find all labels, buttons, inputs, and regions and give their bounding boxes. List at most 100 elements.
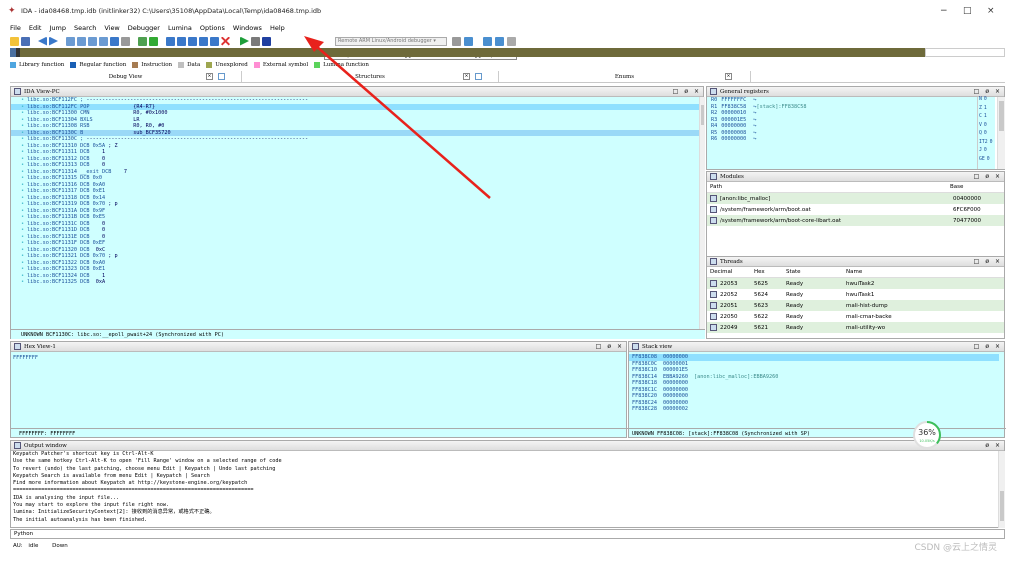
register-list[interactable]: R0 FFFFFFFC ↪ R1 FF838C58 ↪[stack]:FF838C58…	[707, 97, 977, 169]
menu-file[interactable]: File	[10, 24, 21, 32]
col-hex[interactable]: Hex	[754, 269, 786, 275]
flag-row[interactable]: J0	[978, 148, 995, 157]
undefine-icon[interactable]	[121, 36, 130, 46]
run-to-icon[interactable]	[188, 36, 197, 46]
save-icon[interactable]	[21, 36, 30, 46]
float-icon[interactable]: ø	[985, 258, 989, 265]
pin-icon[interactable]: □	[596, 343, 602, 350]
back-icon[interactable]	[38, 36, 47, 46]
tab-debug-view[interactable]: Debug View ×	[10, 71, 242, 82]
registers-scrollbar[interactable]	[997, 97, 1005, 169]
pin-icon[interactable]: □	[974, 88, 980, 95]
pause-icon[interactable]	[251, 36, 260, 46]
thread-row[interactable]: 22052 5624 Ready hwuiTask1	[707, 289, 1004, 300]
tab-structures[interactable]: Structures ×	[242, 71, 499, 82]
module-row[interactable]: /system/framework/arm/boot.oat 6FC6F000	[707, 204, 1004, 215]
stack-listing[interactable]: FF838C08 00000000 FF838C0C 00000001 FF838C10…	[629, 354, 999, 413]
step-into-icon[interactable]	[166, 36, 175, 46]
tab-float-icon[interactable]	[475, 73, 482, 80]
data-icon[interactable]	[88, 36, 97, 46]
navigation-band[interactable]	[10, 48, 1005, 57]
maximize-button[interactable]: □	[963, 6, 972, 16]
menu-options[interactable]: Options	[200, 24, 225, 32]
tab-float-icon[interactable]	[218, 73, 225, 80]
float-icon[interactable]: ø	[985, 173, 989, 180]
tab-enums[interactable]: Enums ×	[499, 71, 751, 82]
step-out-icon[interactable]	[199, 36, 208, 46]
flag-row[interactable]: Q0	[978, 131, 995, 140]
tab-close-icon[interactable]: ×	[463, 73, 470, 80]
pane-close-icon[interactable]: ×	[995, 442, 1000, 449]
pane-close-icon[interactable]: ×	[694, 88, 699, 95]
float-icon[interactable]: ø	[607, 343, 611, 350]
tab-close-icon[interactable]: ×	[725, 73, 732, 80]
tab-close-icon[interactable]: ×	[206, 73, 213, 80]
flag-list[interactable]: N 0 Z 1 C 1 V 0 Q 0 IT2 0 J 0 GE 0	[977, 97, 995, 169]
jump-icon[interactable]: ↪	[750, 110, 756, 116]
pane-close-icon[interactable]: ×	[995, 88, 1000, 95]
hex-first-line[interactable]: FFFFFFFF	[13, 355, 38, 361]
pin-icon[interactable]: □	[974, 258, 980, 265]
menu-edit[interactable]: Edit	[29, 24, 42, 32]
thread-row[interactable]: 22051 5623 Ready mali-hist-dump	[707, 300, 1004, 311]
output-scrollbar[interactable]	[998, 451, 1005, 528]
forward-icon[interactable]	[49, 36, 58, 46]
python-input[interactable]: Python	[10, 529, 1005, 539]
attach-icon[interactable]	[210, 36, 219, 46]
jump-icon[interactable]: ↪	[750, 130, 756, 136]
col-path[interactable]: Path	[710, 184, 950, 190]
thread-row[interactable]: 22049 5621 Ready mali-utility-wo	[707, 322, 1004, 333]
ida-scrollbar[interactable]	[699, 97, 705, 329]
stop-icon[interactable]	[262, 36, 271, 46]
jump-icon[interactable]: ↪	[750, 117, 756, 123]
float-icon[interactable]: ø	[985, 88, 989, 95]
col-state[interactable]: State	[786, 269, 846, 275]
lumina-pull-icon[interactable]	[483, 37, 492, 46]
register-row[interactable]: R6 00000000 ↪	[707, 136, 977, 143]
flag-row[interactable]: IT2 0	[978, 140, 995, 149]
module-row[interactable]: [anon:libc_malloc] 00400000	[707, 193, 1004, 204]
close-button[interactable]: ×	[987, 6, 995, 16]
pane-close-icon[interactable]: ×	[617, 343, 622, 350]
debugger-select[interactable]: Remote ARM Linux/Android debugger ▾	[335, 37, 447, 46]
menu-debugger[interactable]: Debugger	[128, 24, 160, 32]
col-name[interactable]: Name	[846, 269, 862, 275]
pin-icon[interactable]: □	[974, 343, 980, 350]
jump-icon[interactable]: ↪	[750, 123, 756, 129]
float-icon[interactable]: ø	[985, 343, 989, 350]
hex-icon[interactable]	[66, 36, 75, 46]
pin-icon[interactable]: □	[974, 173, 980, 180]
menu-view[interactable]: View	[104, 24, 119, 32]
flag-row[interactable]: Z1	[978, 106, 995, 115]
module-row[interactable]: /system/framework/arm/boot-core-libart.o…	[707, 215, 1004, 226]
string-icon[interactable]	[99, 36, 108, 46]
float-icon[interactable]: ø	[684, 88, 688, 95]
start-process-icon[interactable]	[240, 36, 249, 46]
col-decimal[interactable]: Decimal	[710, 269, 754, 275]
run-green-icon[interactable]	[149, 36, 158, 46]
menu-windows[interactable]: Windows	[233, 24, 262, 32]
pin-icon[interactable]: □	[673, 88, 679, 95]
menu-search[interactable]: Search	[74, 24, 96, 32]
thread-row[interactable]: 22053 5625 Ready hwuiTask2	[707, 278, 1004, 289]
open-icon[interactable]	[10, 36, 19, 46]
menu-jump[interactable]: Jump	[49, 24, 66, 32]
code-icon[interactable]	[77, 36, 86, 46]
pane-close-icon[interactable]: ×	[995, 173, 1000, 180]
terminate-icon[interactable]	[221, 36, 230, 46]
float-icon[interactable]: ø	[985, 442, 989, 449]
flag-row[interactable]: GE 0	[978, 157, 995, 166]
pane-close-icon[interactable]: ×	[995, 258, 1000, 265]
menu-help[interactable]: Help	[270, 24, 285, 32]
output-log[interactable]: Keypatch Patcher's shortcut key is Ctrl-…	[11, 451, 996, 529]
flag-row[interactable]: C1	[978, 114, 995, 123]
flag-row[interactable]: N0	[978, 97, 995, 106]
plugin-icon[interactable]	[507, 37, 516, 46]
jump-icon[interactable]: ↪	[750, 136, 756, 142]
menu-lumina[interactable]: Lumina	[168, 24, 192, 32]
download-icon[interactable]	[110, 36, 119, 46]
trace-icon[interactable]	[464, 37, 473, 46]
thread-row[interactable]: 22050 5622 Ready mali-cmar-backe	[707, 311, 1004, 322]
pane-close-icon[interactable]: ×	[995, 343, 1000, 350]
col-base[interactable]: Base	[950, 184, 963, 190]
